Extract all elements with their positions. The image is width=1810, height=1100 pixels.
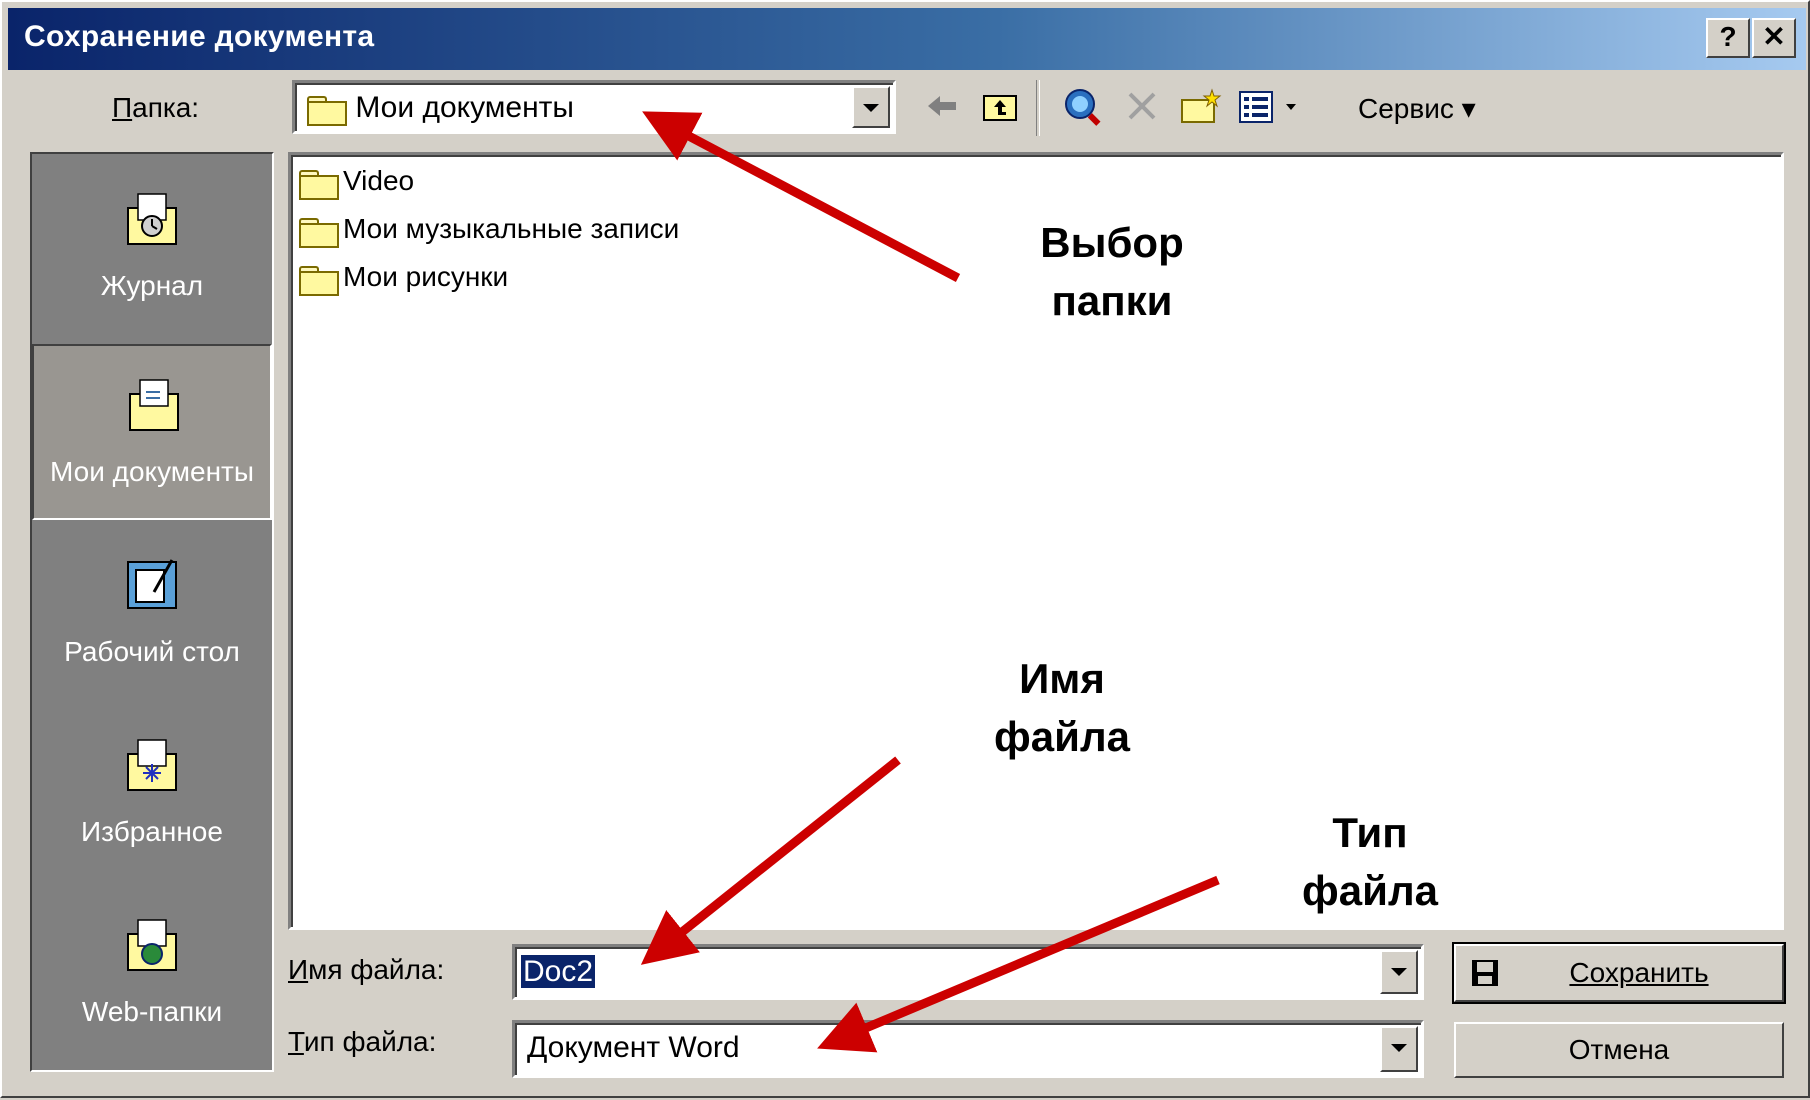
arrow-to-folder bbox=[642, 111, 961, 282]
save-dialog: Сохранение документа ? ✕ Папка: Мои доку… bbox=[0, 0, 1810, 1098]
annotation-arrows bbox=[640, 111, 1220, 1053]
arrow-to-filename bbox=[640, 756, 901, 965]
arrow-to-filetype bbox=[817, 875, 1220, 1053]
